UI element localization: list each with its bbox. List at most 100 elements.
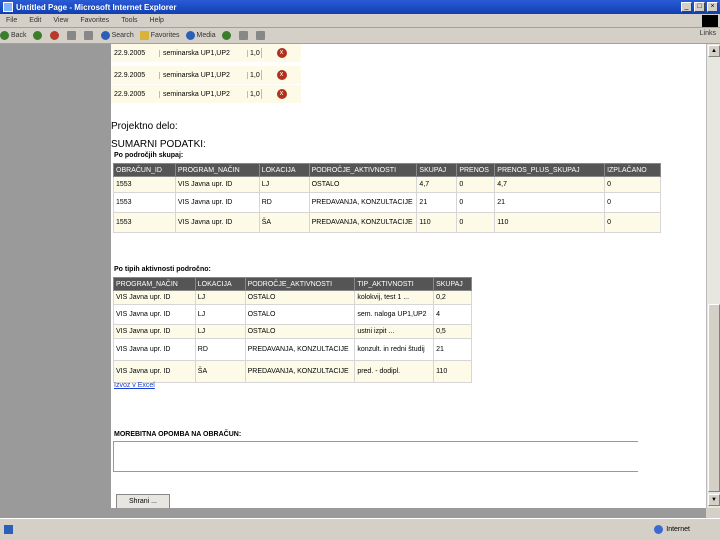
window-title: Untitled Page - Microsoft Internet Explo… xyxy=(16,2,177,12)
table-cell: LJ xyxy=(258,176,310,193)
search-icon xyxy=(100,31,110,40)
table-header-row: OBRAČUN_ID PROGRAM_NAČIN LOKACIJA PODROČ… xyxy=(113,163,661,177)
media-button[interactable]: Media xyxy=(185,31,216,40)
windows-logo-icon xyxy=(702,15,718,27)
delete-icon[interactable]: x xyxy=(276,48,287,58)
table-cell: 4,7 xyxy=(416,176,458,193)
column-header[interactable]: TIP_AKTIVNOSTI xyxy=(354,277,435,291)
menu-help[interactable]: Help xyxy=(144,17,170,24)
column-header[interactable]: PROGRAM_NAČIN xyxy=(174,163,260,177)
delete-icon[interactable]: x xyxy=(276,89,287,99)
home-button[interactable] xyxy=(83,31,95,40)
mail-icon xyxy=(238,31,248,40)
table-cell: VIS Javna upr. ID xyxy=(113,290,196,305)
row-type: seminarska UP1,UP2 xyxy=(159,71,247,79)
menu-file[interactable]: File xyxy=(0,17,23,24)
table-row: VIS Javna upr. ID LJ OSTALO ustni izpit … xyxy=(113,324,472,339)
table-cell: ustni izpit ... xyxy=(354,324,435,339)
table-cell: OSTALO xyxy=(244,304,356,325)
table-cell: OSTALO xyxy=(308,176,418,193)
delete-icon[interactable]: x xyxy=(276,70,287,80)
table-row: VIS Javna upr. ID ŠA PREDAVANJA, KONZULT… xyxy=(113,360,472,383)
table-cell: sem. naloga UP1,UP2 xyxy=(354,304,435,325)
column-header[interactable]: SKUPAJ xyxy=(433,277,472,291)
row-value: 1,0 xyxy=(247,90,261,98)
table-cell: 1553 xyxy=(113,212,176,233)
forward-arrow-icon xyxy=(32,31,42,40)
table-cell: 21 xyxy=(416,192,458,213)
links-button[interactable]: Links xyxy=(700,30,716,37)
column-header[interactable]: PROGRAM_NAČIN xyxy=(113,277,196,291)
menu-view[interactable]: View xyxy=(47,17,74,24)
column-header[interactable]: PODROČJE_AKTIVNOSTI xyxy=(244,277,356,291)
table-row: VIS Javna upr. ID LJ OSTALO sem. naloga … xyxy=(113,304,472,325)
star-icon xyxy=(139,31,149,40)
menu-edit[interactable]: Edit xyxy=(23,17,47,24)
column-header[interactable]: PRENOS_PLUS_SKUPAJ xyxy=(494,163,606,177)
table-cell: PREDAVANJA, KONZULTACIJE xyxy=(308,212,418,233)
by-type-caption: Po tipih aktivnosti področno: xyxy=(114,266,211,273)
refresh-icon xyxy=(66,31,76,40)
mail-button[interactable] xyxy=(238,31,250,40)
table-cell: 110 xyxy=(416,212,458,233)
scroll-up-icon[interactable]: ▲ xyxy=(708,45,720,57)
toolbar: Back Search Favorites Media Links xyxy=(0,28,720,44)
vertical-scrollbar[interactable]: ▲ ▼ xyxy=(706,44,720,508)
project-work-label: Projektno delo: xyxy=(111,121,178,132)
table-cell: PREDAVANJA, KONZULTACIJE xyxy=(244,360,356,383)
column-header[interactable]: SKUPAJ xyxy=(416,163,458,177)
note-label: MOREBITNA OPOMBA NA OBRAČUN: xyxy=(114,431,242,438)
row-date: 22.9.2005 xyxy=(114,90,146,98)
row-value: 1,0 xyxy=(247,49,261,57)
note-textarea[interactable] xyxy=(113,441,638,472)
column-header[interactable]: OBRAČUN_ID xyxy=(113,163,176,177)
maximize-button[interactable]: □ xyxy=(694,2,705,12)
column-header[interactable]: IZPLAČANO xyxy=(604,163,661,177)
table-cell: VIS Javna upr. ID xyxy=(113,338,196,361)
stop-button[interactable] xyxy=(49,31,61,40)
table-cell: RD xyxy=(194,338,246,361)
table-cell: VIS Javna upr. ID xyxy=(113,360,196,383)
favorites-button[interactable]: Favorites xyxy=(139,31,180,40)
table-cell: OSTALO xyxy=(244,324,356,339)
close-button[interactable]: × xyxy=(707,2,718,12)
export-excel-link[interactable]: Izvoz v Excel xyxy=(114,382,155,389)
table-cell: ŠA xyxy=(194,360,246,383)
table-cell: VIS Javna upr. ID xyxy=(113,304,196,325)
list-item: 22.9.2005 seminarska UP1,UP2 1,0 x xyxy=(111,85,301,103)
column-header[interactable]: PRENOS xyxy=(456,163,496,177)
back-button[interactable]: Back xyxy=(0,31,27,40)
table-cell: OSTALO xyxy=(244,290,356,305)
table-row: VIS Javna upr. ID LJ OSTALO kolokvij, te… xyxy=(113,290,472,305)
summary-by-type-table: PROGRAM_NAČIN LOKACIJA PODROČJE_AKTIVNOS… xyxy=(113,277,472,383)
scroll-thumb[interactable] xyxy=(708,304,720,492)
row-date: 22.9.2005 xyxy=(114,49,146,57)
table-cell: VIS Javna upr. ID xyxy=(174,192,260,213)
refresh-button[interactable] xyxy=(66,31,78,40)
table-cell: PREDAVANJA, KONZULTACIJE xyxy=(308,192,418,213)
history-icon xyxy=(221,31,231,40)
column-header[interactable]: PODROČJE_AKTIVNOSTI xyxy=(308,163,418,177)
table-cell: PREDAVANJA, KONZULTACIJE xyxy=(244,338,356,361)
table-row: VIS Javna upr. ID RD PREDAVANJA, KONZULT… xyxy=(113,338,472,361)
table-cell: 0 xyxy=(604,212,661,233)
menu-favorites[interactable]: Favorites xyxy=(74,17,115,24)
table-cell: 0 xyxy=(456,192,496,213)
print-button[interactable] xyxy=(255,31,267,40)
table-cell: 4 xyxy=(433,304,472,325)
menu-tools[interactable]: Tools xyxy=(115,17,143,24)
scroll-down-icon[interactable]: ▼ xyxy=(708,494,720,506)
column-header[interactable]: LOKACIJA xyxy=(258,163,310,177)
minimize-button[interactable]: _ xyxy=(681,2,692,12)
row-type: seminarska UP1,UP2 xyxy=(159,49,247,57)
forward-button[interactable] xyxy=(32,31,44,40)
table-cell: 21 xyxy=(433,338,472,361)
history-button[interactable] xyxy=(221,31,233,40)
window-title-bar: Untitled Page - Microsoft Internet Explo… xyxy=(0,0,720,14)
row-type: seminarska UP1,UP2 xyxy=(159,90,247,98)
left-gutter xyxy=(0,44,111,508)
column-header[interactable]: LOKACIJA xyxy=(194,277,246,291)
table-cell: VIS Javna upr. ID xyxy=(174,176,260,193)
search-button[interactable]: Search xyxy=(100,31,134,40)
save-button[interactable]: Shrani ... xyxy=(116,494,170,508)
